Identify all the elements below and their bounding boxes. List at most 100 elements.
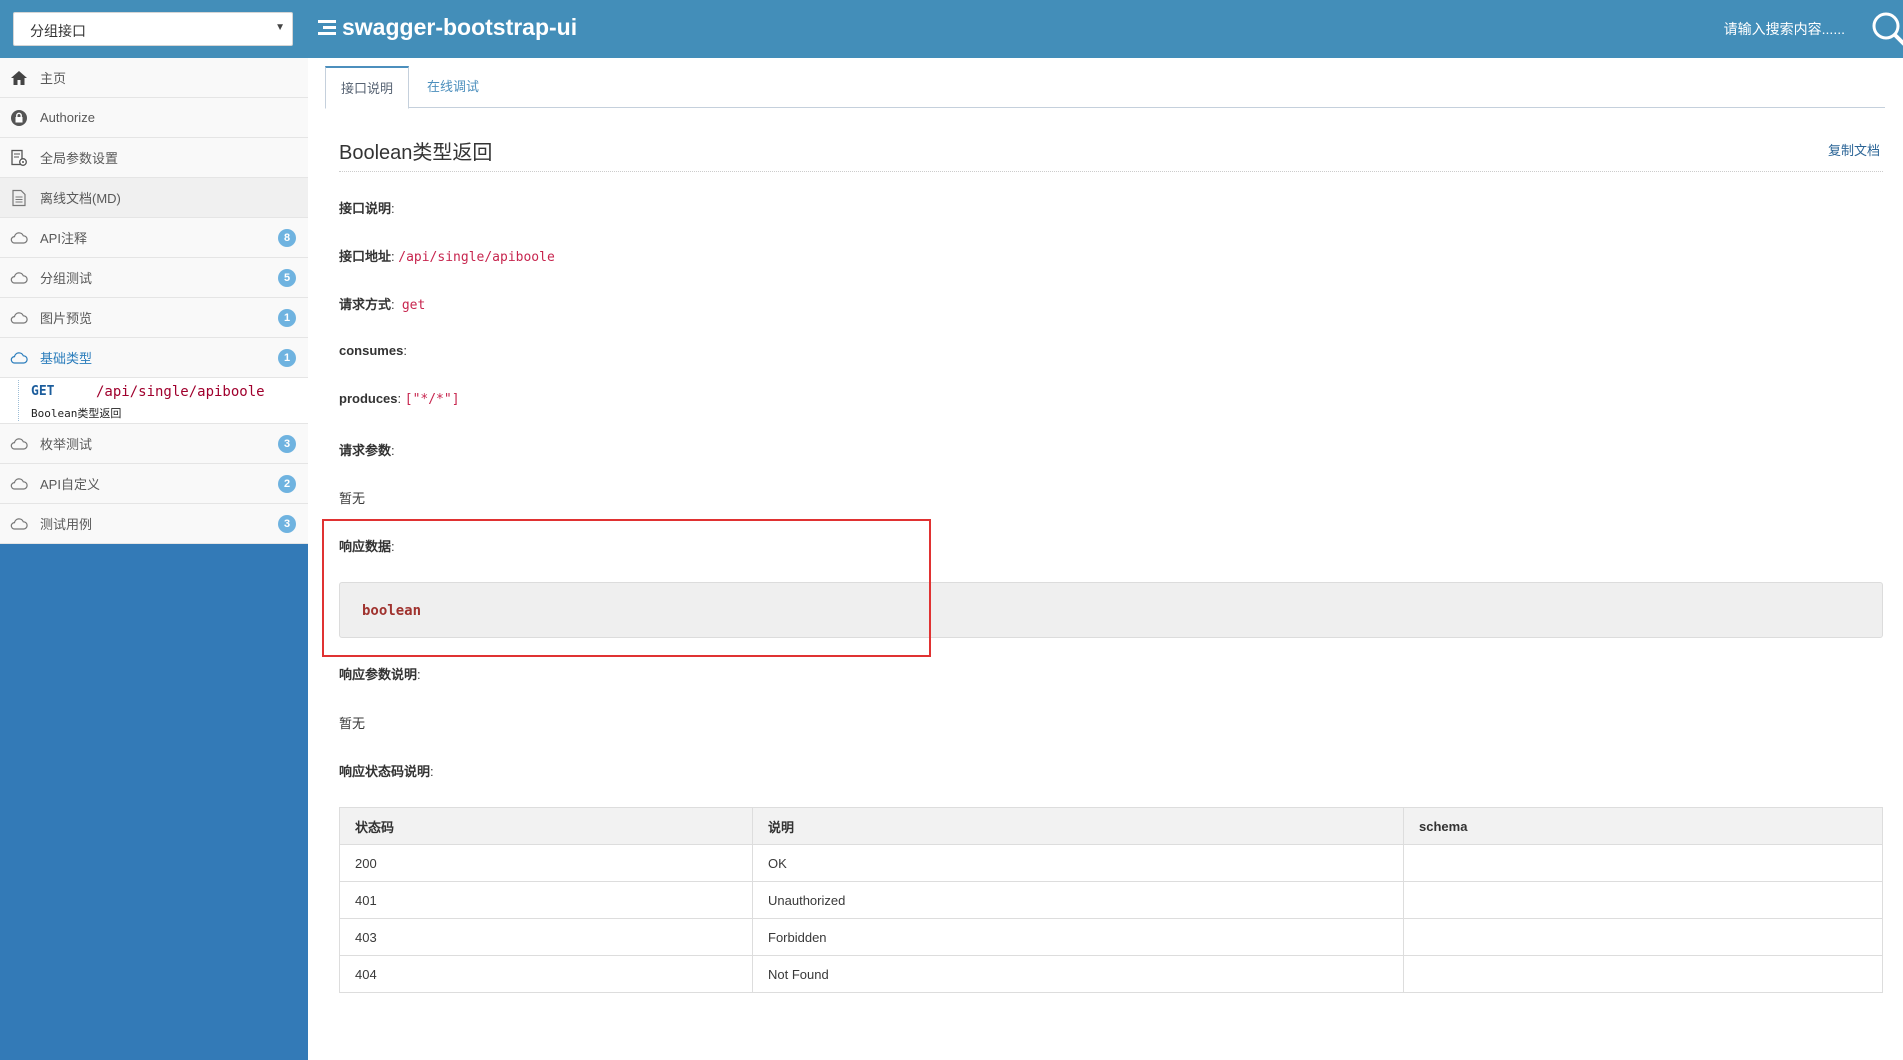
table-row: 200 OK xyxy=(339,844,1883,882)
sidebar-item-label: Authorize xyxy=(40,110,95,125)
table-cell: Not Found xyxy=(752,955,1404,993)
cloud-icon xyxy=(10,475,28,493)
sidebar-item-home[interactable]: 主页 xyxy=(0,58,308,98)
settings-doc-icon xyxy=(10,149,28,167)
search-input[interactable]: 请输入搜索内容...... xyxy=(1724,19,1845,39)
group-select[interactable]: 分组接口 ▼ xyxy=(13,12,293,46)
field-label: consumes xyxy=(339,343,404,358)
search-area: 请输入搜索内容...... xyxy=(1724,0,1903,58)
request-params-value: 暂无 xyxy=(339,491,366,506)
tab-online-debug[interactable]: 在线调试 xyxy=(412,66,494,108)
divider xyxy=(339,171,1883,172)
highlight-box xyxy=(322,519,931,657)
sidebar-item-global-params[interactable]: 全局参数设置 xyxy=(0,138,308,178)
brand[interactable]: swagger-bootstrap-ui xyxy=(318,14,577,41)
method-value: get xyxy=(401,298,426,313)
count-badge: 5 xyxy=(278,269,296,287)
cloud-icon xyxy=(10,309,28,327)
sidebar-api-item[interactable]: GET /api/single/apiboole Boolean类型返回 xyxy=(0,378,308,424)
sidebar: 主页 Authorize 全局参数设置 离线文档(MD) API注释 8 分组测… xyxy=(0,58,308,1060)
table-cell: OK xyxy=(752,844,1404,882)
top-navbar: 分组接口 ▼ swagger-bootstrap-ui 请输入搜索内容.....… xyxy=(0,0,1903,58)
sidebar-item-basic-types[interactable]: 基础类型 1 xyxy=(0,338,308,378)
table-row: 401 Unauthorized xyxy=(339,881,1883,919)
cloud-icon xyxy=(10,229,28,247)
sidebar-item-api-annotation[interactable]: API注释 8 xyxy=(0,218,308,258)
sidebar-item-label: 分组测试 xyxy=(40,271,93,286)
field-method: 请求方式: get xyxy=(339,297,426,313)
field-label: 响应状态码说明 xyxy=(339,764,431,779)
table-cell: 404 xyxy=(339,955,753,993)
sidebar-item-offline-doc[interactable]: 离线文档(MD) xyxy=(0,178,308,218)
table-cell: 200 xyxy=(339,844,753,882)
cloud-icon xyxy=(10,435,28,453)
api-url-value: /api/single/apiboole xyxy=(398,250,555,265)
tab-bar: 接口说明 在线调试 xyxy=(325,66,1885,109)
sidebar-item-label: 主页 xyxy=(40,71,67,86)
table-cell: Unauthorized xyxy=(752,881,1404,919)
field-response-params: 响应参数说明: xyxy=(339,667,421,682)
sidebar-item-test-cases[interactable]: 测试用例 3 xyxy=(0,504,308,544)
column-header: 说明 xyxy=(752,807,1404,845)
sidebar-item-enum-test[interactable]: 枚举测试 3 xyxy=(0,424,308,464)
table-header-row: 状态码 说明 schema xyxy=(339,807,1883,845)
field-label: 响应参数说明 xyxy=(339,667,418,682)
field-label: 请求参数 xyxy=(339,443,392,458)
status-code-table: 状态码 说明 schema 200 OK 401 Unauthorized 40… xyxy=(339,807,1883,993)
table-cell xyxy=(1403,955,1883,993)
tab-api-doc[interactable]: 接口说明 xyxy=(325,66,410,109)
menu-icon[interactable] xyxy=(318,17,336,38)
field-consumes: consumes: xyxy=(339,343,407,358)
table-cell xyxy=(1403,881,1883,919)
table-cell xyxy=(1403,844,1883,882)
field-description: 接口说明: xyxy=(339,201,395,216)
search-icon[interactable] xyxy=(1869,9,1903,49)
count-badge: 3 xyxy=(278,515,296,533)
count-badge: 1 xyxy=(278,349,296,367)
sidebar-item-api-custom[interactable]: API自定义 2 xyxy=(0,464,308,504)
sidebar-item-label: 测试用例 xyxy=(40,517,93,532)
sidebar-item-image-preview[interactable]: 图片预览 1 xyxy=(0,298,308,338)
copy-doc-link[interactable]: 复制文档 xyxy=(1828,140,1880,159)
sidebar-item-group-test[interactable]: 分组测试 5 xyxy=(0,258,308,298)
sidebar-item-label: API自定义 xyxy=(40,477,100,492)
sidebar-item-authorize[interactable]: Authorize xyxy=(0,98,308,138)
field-label: produces xyxy=(339,391,398,406)
column-header: schema xyxy=(1403,807,1883,845)
sidebar-item-label: 图片预览 xyxy=(40,311,93,326)
caret-down-icon: ▼ xyxy=(275,22,285,33)
sidebar-item-label: 枚举测试 xyxy=(40,437,93,452)
lock-icon xyxy=(10,109,28,127)
main-content: 接口说明 在线调试 Boolean类型返回 复制文档 接口说明: 接口地址: /… xyxy=(308,58,1903,1060)
sidebar-item-label: 全局参数设置 xyxy=(40,151,119,166)
sidebar-item-label: 基础类型 xyxy=(40,351,93,366)
field-url: 接口地址: /api/single/apiboole xyxy=(339,249,555,265)
table-cell: Forbidden xyxy=(752,918,1404,956)
count-badge: 3 xyxy=(278,435,296,453)
table-cell xyxy=(1403,918,1883,956)
sidebar-nav: 主页 Authorize 全局参数设置 离线文档(MD) API注释 8 分组测… xyxy=(0,58,308,544)
api-path: /api/single/apiboole xyxy=(96,384,265,400)
field-produces: produces: ["*/*"] xyxy=(339,391,460,407)
brand-title: swagger-bootstrap-ui xyxy=(342,14,578,40)
document-icon xyxy=(10,189,28,207)
response-params-value: 暂无 xyxy=(339,716,366,731)
count-badge: 1 xyxy=(278,309,296,327)
count-badge: 8 xyxy=(278,229,296,247)
cloud-icon xyxy=(10,269,28,287)
field-status-codes: 响应状态码说明: xyxy=(339,764,434,779)
cloud-icon xyxy=(10,515,28,533)
table-cell: 401 xyxy=(339,881,753,919)
field-label: 请求方式 xyxy=(339,297,392,312)
table-row: 403 Forbidden xyxy=(339,918,1883,956)
field-request-params: 请求参数: xyxy=(339,443,395,458)
sidebar-item-label: API注释 xyxy=(40,231,87,246)
group-select-value: 分组接口 xyxy=(30,23,86,39)
table-row: 404 Not Found xyxy=(339,955,1883,993)
table-cell: 403 xyxy=(339,918,753,956)
home-icon xyxy=(10,69,28,87)
http-method: GET xyxy=(31,384,55,399)
field-label: 接口地址 xyxy=(339,249,392,264)
sidebar-item-label: 离线文档(MD) xyxy=(40,191,121,206)
column-header: 状态码 xyxy=(339,807,753,845)
